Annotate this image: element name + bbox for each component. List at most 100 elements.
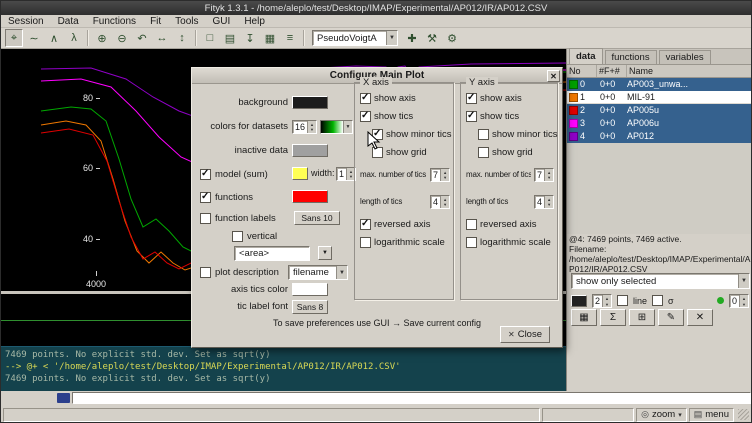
gui-settings-icon[interactable]: ⚙: [443, 29, 461, 47]
tab-data[interactable]: data: [569, 48, 603, 64]
plot-description-dropdown[interactable]: filename: [288, 265, 348, 280]
checkbox-show-axis[interactable]: [466, 93, 477, 104]
show-functions-icon[interactable]: λ: [65, 29, 83, 47]
dataset-row-3[interactable]: 30+0AP006u: [567, 117, 752, 130]
function-labels-checkbox[interactable]: [200, 213, 211, 224]
line-checkbox[interactable]: [617, 295, 628, 306]
output-console[interactable]: 7469 points. No explicit std. dev. Set a…: [1, 346, 566, 391]
dataset-row-0[interactable]: 00+0AP003_unwa...: [567, 78, 752, 91]
dataset-row-4[interactable]: 40+0AP012: [567, 130, 752, 143]
spinner-arrows-icon[interactable]: [307, 121, 316, 133]
column-fz[interactable]: #F+#: [597, 65, 627, 77]
spinner-arrows-icon[interactable]: [544, 196, 553, 208]
shift-spinner[interactable]: 0: [729, 294, 749, 308]
spinner-arrows-icon[interactable]: [440, 169, 449, 181]
checkbox-show-grid[interactable]: [372, 147, 383, 158]
chevron-down-icon[interactable]: [336, 266, 347, 279]
data-table-button[interactable]: ▦: [571, 309, 597, 326]
show-only-selected-dropdown[interactable]: show only selected: [571, 273, 750, 289]
zoom-vertical-icon[interactable]: ↕: [173, 29, 191, 47]
auto-add-peak-icon[interactable]: ✚: [403, 29, 421, 47]
dataset-row-1[interactable]: 10+0MIL-91: [567, 91, 752, 104]
session-log-icon[interactable]: ≡: [281, 29, 299, 47]
checkbox-show-tics[interactable]: [466, 111, 477, 122]
statusbar-menu-button[interactable]: ▤ menu: [689, 408, 734, 422]
function-type-selector[interactable]: PseudoVoigtA: [312, 30, 398, 46]
axis-tics-color-swatch[interactable]: [292, 283, 328, 296]
tic-label-font-button[interactable]: Sans 8: [292, 300, 328, 314]
function-labels-font-button[interactable]: Sans 10: [294, 211, 340, 225]
label-format-dropdown-icon[interactable]: ▼: [318, 246, 332, 260]
edit-data-button[interactable]: ✎: [658, 309, 684, 326]
functions-color-swatch[interactable]: [292, 190, 328, 203]
sigma-checkbox[interactable]: [652, 295, 663, 306]
inactive-data-color-swatch[interactable]: [292, 144, 328, 157]
spinner-max-number-of-tics[interactable]: 7: [430, 168, 450, 182]
checkbox-show-minor-tics[interactable]: [372, 129, 383, 140]
menu-session[interactable]: Session: [1, 15, 51, 27]
menu-functions[interactable]: Functions: [86, 15, 143, 27]
vertical-checkbox[interactable]: [232, 231, 243, 242]
spinner-length-of-tics[interactable]: 4: [534, 195, 554, 209]
save-session-icon[interactable]: ↧: [241, 29, 259, 47]
column-name[interactable]: Name: [627, 65, 752, 77]
run-fit-icon[interactable]: ⚒: [423, 29, 441, 47]
checkbox-reversed-axis[interactable]: [360, 219, 371, 230]
dataset-colors-count-spinner[interactable]: 16: [292, 120, 317, 134]
command-input[interactable]: [72, 392, 751, 404]
checkbox-show-grid[interactable]: [478, 147, 489, 158]
checkbox-show-axis[interactable]: [360, 93, 371, 104]
titlebar[interactable]: Fityk 1.3.1 - /home/aleplo/test/Desktop/…: [1, 1, 751, 15]
open-session-icon[interactable]: ▤: [221, 29, 239, 47]
model-sum-checkbox[interactable]: [200, 169, 211, 180]
duplicate-data-button[interactable]: ⊞: [629, 309, 655, 326]
zoom-all-icon[interactable]: ⌖: [5, 29, 23, 47]
background-color-swatch[interactable]: [292, 96, 328, 109]
zoom-history-button[interactable]: ◎ zoom ▾: [636, 408, 687, 422]
label-format-field[interactable]: <area>: [234, 246, 310, 261]
delete-data-button[interactable]: ✕: [687, 309, 713, 326]
dataset-row-2[interactable]: 20+0AP005u: [567, 104, 752, 117]
chevron-down-icon[interactable]: [343, 121, 352, 133]
chevron-down-icon[interactable]: [738, 274, 749, 288]
checkbox-reversed-axis[interactable]: [466, 219, 477, 230]
zoom-horizontal-icon[interactable]: ↔: [153, 29, 171, 47]
point-size-spinner[interactable]: 2: [592, 294, 612, 308]
model-width-spinner[interactable]: 1: [336, 167, 356, 181]
menu-data[interactable]: Data: [51, 15, 86, 27]
export-plot-icon[interactable]: ▦: [261, 29, 279, 47]
show-model-icon[interactable]: ∧: [45, 29, 63, 47]
tab-variables[interactable]: variables: [659, 50, 711, 64]
spinner-arrows-icon[interactable]: [440, 196, 449, 208]
column-no[interactable]: No: [567, 65, 597, 77]
tab-functions[interactable]: functions: [605, 50, 657, 64]
spinner-arrows-icon[interactable]: [739, 295, 748, 307]
zoom-in-icon[interactable]: ⊕: [93, 29, 111, 47]
menu-fit[interactable]: Fit: [143, 15, 168, 27]
resize-grip[interactable]: [738, 409, 749, 420]
spinner-arrows-icon[interactable]: [602, 295, 611, 307]
dialog-close-icon[interactable]: ✕: [547, 70, 560, 82]
point-color-button[interactable]: [571, 295, 587, 307]
checkbox-show-tics[interactable]: [360, 111, 371, 122]
new-session-icon[interactable]: □: [201, 29, 219, 47]
plot-description-checkbox[interactable]: [200, 267, 211, 278]
menu-help[interactable]: Help: [237, 15, 272, 27]
spinner-length-of-tics[interactable]: 4: [430, 195, 450, 209]
spinner-max-number-of-tics[interactable]: 7: [534, 168, 554, 182]
checkbox-show-minor-tics[interactable]: [478, 129, 489, 140]
dataset-colors-gradient-dropdown[interactable]: [320, 120, 353, 134]
zoom-out-icon[interactable]: ⊖: [113, 29, 131, 47]
model-color-swatch[interactable]: [292, 167, 308, 180]
chevron-down-icon[interactable]: [386, 31, 397, 45]
checkbox-logarithmic-scale[interactable]: [466, 237, 477, 248]
sum-button[interactable]: Σ: [600, 309, 626, 326]
previous-zoom-icon[interactable]: ↶: [133, 29, 151, 47]
spinner-arrows-icon[interactable]: [544, 169, 553, 181]
close-button[interactable]: ✕ Close: [500, 326, 550, 343]
functions-checkbox[interactable]: [200, 192, 211, 203]
checkbox-logarithmic-scale[interactable]: [360, 237, 371, 248]
menu-tools[interactable]: Tools: [168, 15, 205, 27]
menu-gui[interactable]: GUI: [206, 15, 238, 27]
show-data-icon[interactable]: ∼: [25, 29, 43, 47]
